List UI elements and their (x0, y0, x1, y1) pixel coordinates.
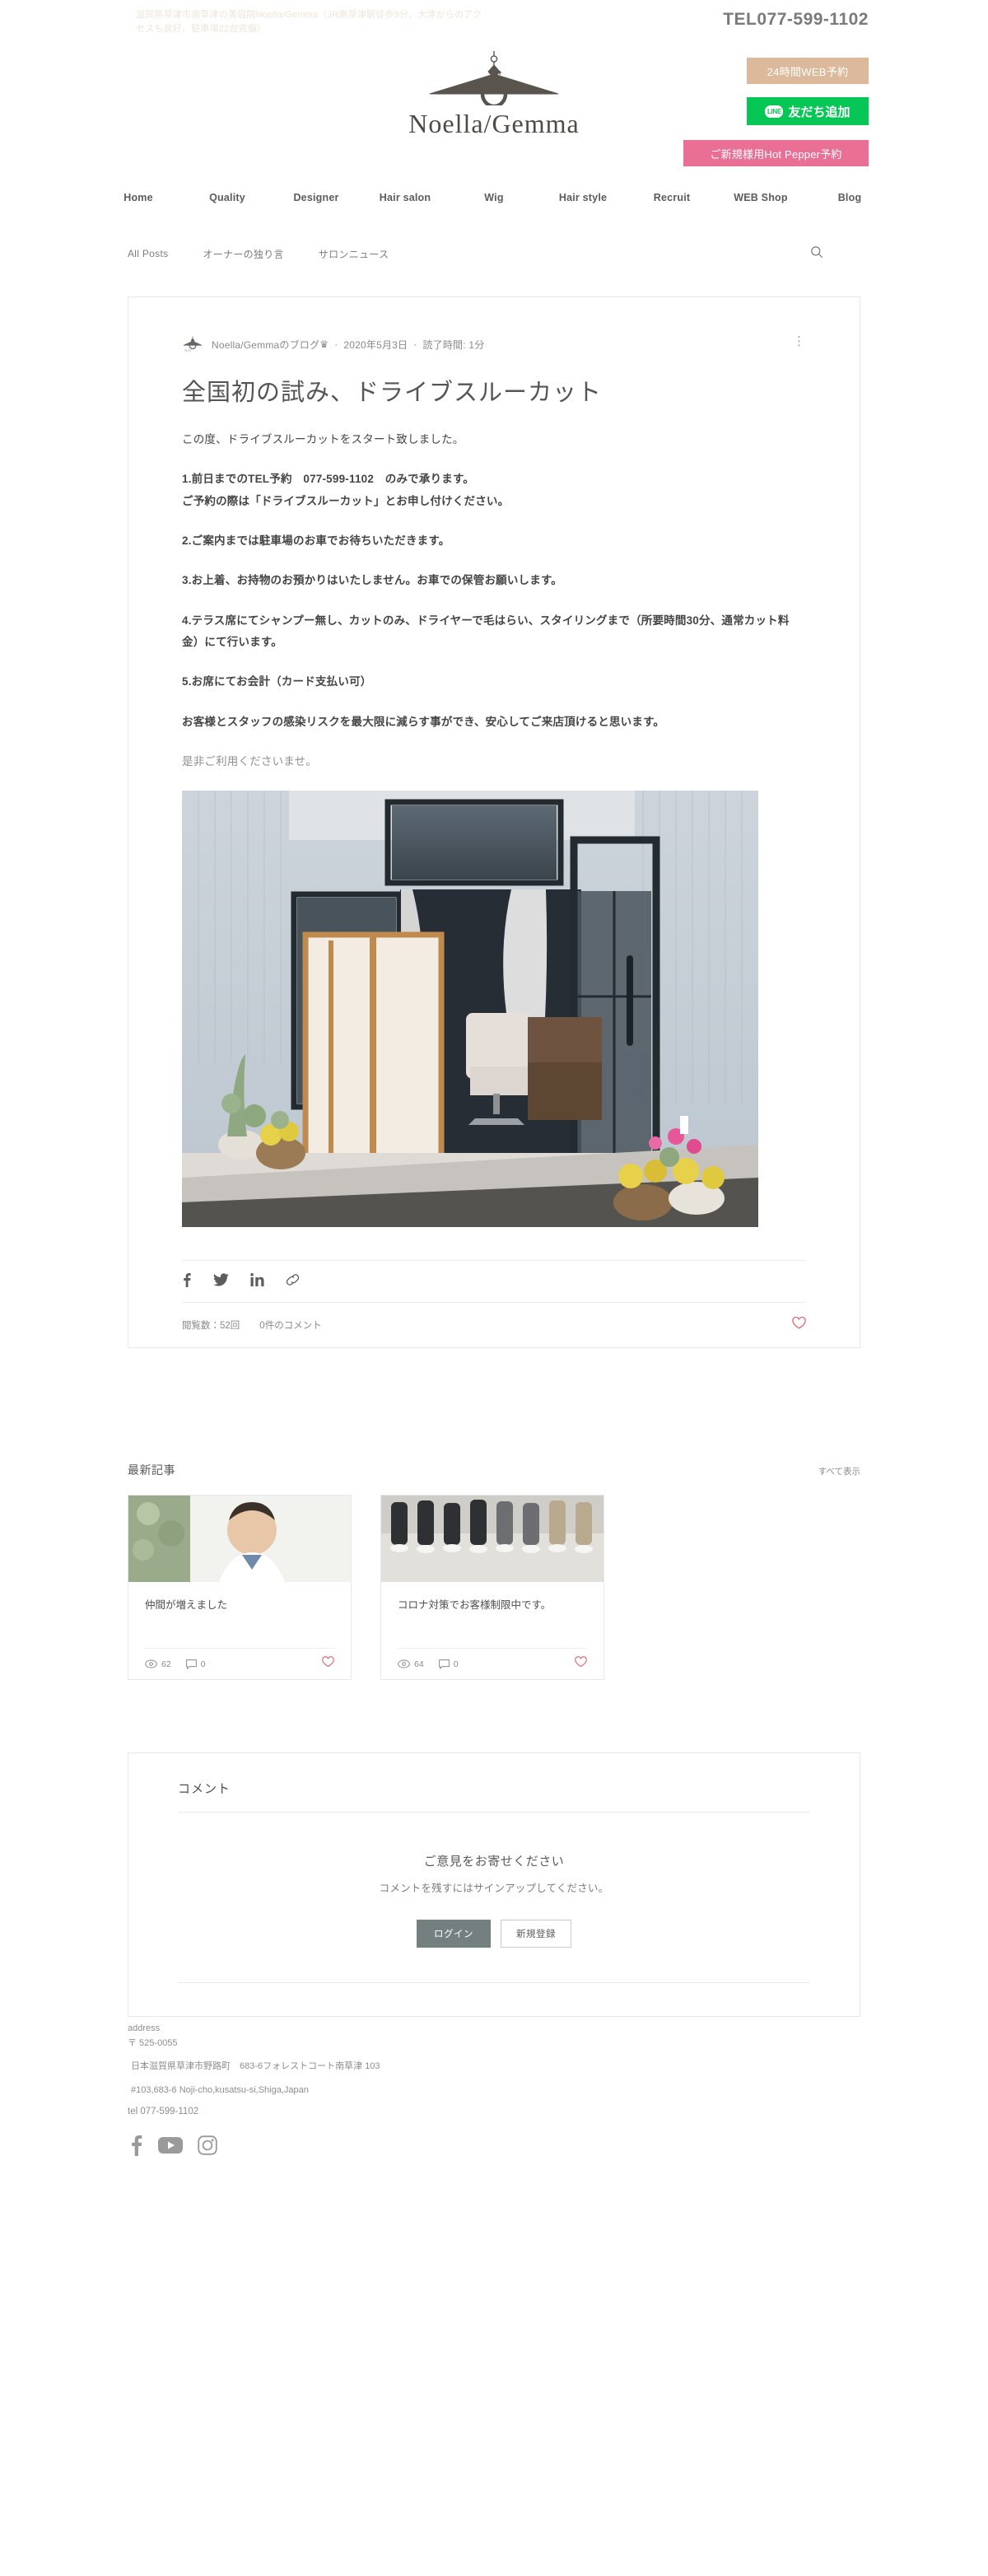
post-body: この度、ドライブスルーカットをスタート致しました。 1.前日までのTEL予約 0… (182, 429, 806, 772)
subnav-item-all-posts[interactable]: All Posts (128, 248, 168, 259)
logo-wordmark: Noella/Gemma (408, 109, 580, 138)
youtube-icon[interactable] (158, 2136, 183, 2158)
view-count: 64 (414, 1659, 424, 1669)
post-paragraph: 2.ご案内までは駐車場のお車でお待ちいただきます。 (182, 534, 450, 547)
post-photo (182, 791, 758, 1228)
facebook-icon[interactable] (129, 2135, 143, 2160)
instagram-icon[interactable] (198, 2135, 217, 2159)
nav-item-hair-salon[interactable]: Hair salon (361, 192, 450, 203)
social-links (128, 2135, 860, 2160)
facebook-icon[interactable] (182, 1272, 192, 1291)
post-paragraph: 是非ご利用くださいませ。 (182, 754, 317, 768)
recent-posts-title: 最新記事 (128, 1463, 175, 1477)
post-date: 2020年5月3日 (343, 338, 408, 351)
address-japanese: 日本滋賀県草津市野路町 683-6フォレストコート南草津 103 (131, 2061, 380, 2072)
comment-count: 0 (453, 1659, 459, 1669)
svg-text:N/G: N/G (184, 348, 192, 352)
recent-posts-header: 最新記事 すべて表示 (128, 1462, 860, 1478)
view-count-group: 62 (145, 1659, 171, 1669)
post-card-stats: 64 0 (398, 1648, 587, 1679)
view-count: 62 (161, 1659, 171, 1669)
see-all-link[interactable]: すべて表示 (818, 1465, 860, 1477)
subnav-item-salon-news[interactable]: サロンニュース (319, 247, 389, 261)
vip-crown-icon: ♛ (319, 338, 329, 350)
nav-item-designer[interactable]: Designer (272, 192, 361, 203)
meta-separator-1: · (334, 338, 338, 350)
post-card-title[interactable]: コロナ対策でお客様制限中です。 (398, 1597, 587, 1614)
nav-item-web-shop[interactable]: WEB Shop (716, 192, 805, 203)
post-title: 全国初の試み、ドライブスルーカット (182, 380, 603, 406)
blog-post-card: N/G Noella/Gemmaのブログ ♛ · 2020年5月3日 · 読了時… (128, 296, 860, 1349)
site-footer: address 〒 525-0055 日本滋賀県草津市野路町 683-6フォレス… (128, 2022, 860, 2160)
list-item[interactable]: 仲間が増えました 62 0 (128, 1495, 352, 1680)
comment-icon (185, 1659, 197, 1669)
link-icon[interactable] (286, 1273, 300, 1290)
linkedin-icon[interactable] (250, 1272, 264, 1290)
post-read-time: 読了時間: 1分 (422, 338, 485, 351)
nav-item-recruit[interactable]: Recruit (627, 192, 716, 203)
address-english: #103,683-6 Noji-cho,kusatsu-si,Shiga,Jap… (131, 2084, 309, 2095)
post-card-title[interactable]: 仲間が増えました (145, 1597, 334, 1614)
comment-icon (438, 1659, 450, 1669)
meta-separator-2: · (413, 338, 417, 350)
heart-icon[interactable] (322, 1656, 334, 1672)
post-comment-count[interactable]: 0件のコメント (259, 1318, 321, 1332)
recent-posts-grid: 仲間が増えました 62 0 コロナ対策でお客様制限中です。 64 0 (128, 1495, 860, 1680)
post-meta-row: N/G Noella/Gemmaのブログ ♛ · 2020年5月3日 · 読了時… (182, 330, 806, 358)
share-row (182, 1260, 806, 1304)
nav-item-blog[interactable]: Blog (805, 192, 894, 203)
hotpepper-reservation-button[interactable]: ご新規様用Hot Pepper予約 (683, 140, 869, 166)
signup-button[interactable]: 新規登録 (501, 1920, 571, 1948)
post-paragraph: 3.お上着、お持物のお預かりはいたしません。お車での保管お願いします。 (182, 574, 563, 587)
site-header: 滋賀県草津市南草津の美容院Noella/Gemma（JR南草津駅徒歩5分、大津か… (0, 0, 988, 189)
nav-item-hair-style[interactable]: Hair style (538, 192, 627, 203)
site-tagline: 滋賀県草津市南草津の美容院Noella/Gemma（JR南草津駅徒歩5分、大津か… (136, 10, 482, 35)
divider (178, 1982, 810, 1983)
post-thumbnail[interactable] (128, 1496, 351, 1582)
comments-cta-subtitle: コメントを残すにはサインアップしてください。 (379, 1883, 609, 1894)
subnav-item-owner-monologue[interactable]: オーナーの独り言 (203, 247, 283, 261)
twitter-icon[interactable] (213, 1272, 229, 1290)
header-telephone[interactable]: TEL077-599-1102 (723, 10, 869, 30)
nav-item-home[interactable]: Home (94, 192, 183, 203)
heart-icon[interactable] (575, 1656, 587, 1672)
comments-heading: コメント (178, 1782, 231, 1796)
post-stats-row: 閲覧数：52回 0件のコメント (182, 1303, 806, 1347)
post-thumbnail[interactable] (381, 1496, 604, 1582)
postal-code: 〒 525-0055 (128, 2037, 178, 2048)
eye-icon (398, 1659, 410, 1668)
post-view-count: 閲覧数：52回 (182, 1321, 240, 1332)
comment-count-group: 0 (438, 1659, 459, 1669)
main-navigation[interactable]: Home Quality Designer Hair salon Wig Hai… (0, 192, 988, 203)
post-card-stats: 62 0 (145, 1648, 334, 1679)
post-paragraph: お客様とスタッフの感染リスクを最大限に減らす事ができ、安心してご来店頂けると思い… (182, 715, 665, 728)
list-item[interactable]: コロナ対策でお客様制限中です。 64 0 (380, 1495, 604, 1680)
comments-section: コメント ご意見をお寄せください コメントを残すにはサインアップしてください。 … (128, 1752, 860, 2017)
more-options-icon[interactable]: ⋮ (793, 335, 806, 348)
address-label: address (128, 2023, 161, 2033)
nav-item-wig[interactable]: Wig (450, 192, 538, 203)
comments-empty-state: ご意見をお寄せください コメントを残すにはサインアップしてください。 ログイン … (178, 1813, 810, 1982)
blog-subnav: All Posts オーナーの独り言 サロンニュース (0, 237, 988, 270)
post-author[interactable]: Noella/Gemmaのブログ (212, 338, 319, 352)
search-icon[interactable] (810, 245, 823, 263)
post-paragraph: 5.お席にてお会計（カード支払い可） (182, 675, 372, 688)
author-avatar[interactable]: N/G (182, 336, 203, 352)
comment-count: 0 (200, 1659, 206, 1669)
login-button[interactable]: ログイン (417, 1920, 491, 1948)
lamp-logo-icon (429, 51, 559, 105)
post-paragraph: 1.前日までのTEL予約 077-599-1102 のみで承ります。 ご予約の際… (182, 473, 510, 507)
eye-icon (145, 1659, 157, 1668)
comments-cta-title: ご意見をお寄せください (423, 1855, 565, 1869)
heart-icon[interactable] (792, 1316, 806, 1333)
post-paragraph: この度、ドライブスルーカットをスタート致しました。 (182, 433, 464, 446)
nav-item-quality[interactable]: Quality (183, 192, 272, 203)
site-logo[interactable]: Noella/Gemma (0, 51, 988, 139)
comment-count-group: 0 (185, 1659, 206, 1669)
post-paragraph: 4.テラス席にてシャンプー無し、カットのみ、ドライヤーで毛はらい、スタイリングま… (182, 614, 790, 648)
view-count-group: 64 (398, 1659, 424, 1669)
footer-telephone[interactable]: tel 077-599-1102 (128, 2107, 860, 2116)
